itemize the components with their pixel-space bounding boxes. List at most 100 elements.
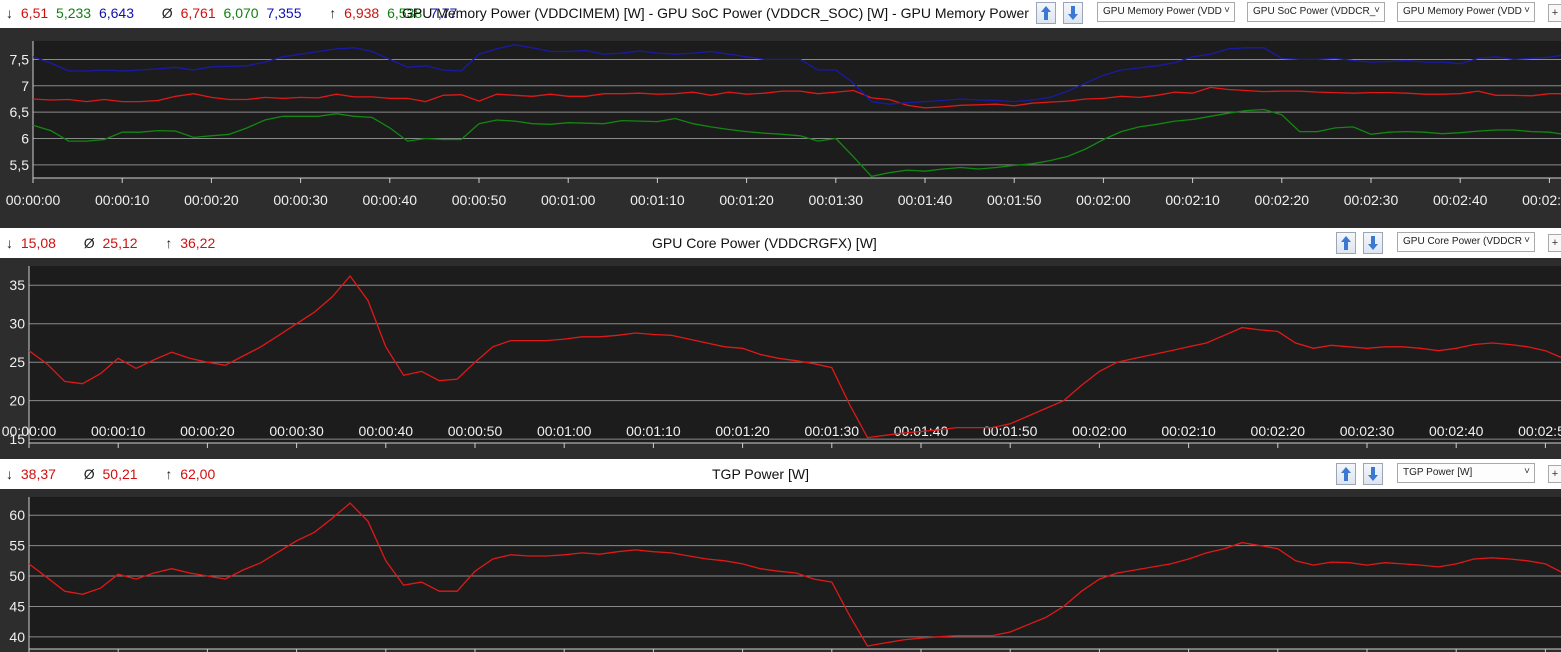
move-down-button[interactable] bbox=[1363, 232, 1383, 254]
add-graph-button[interactable]: + bbox=[1548, 465, 1561, 483]
x-tick-label: 00:00:20 bbox=[184, 192, 239, 208]
arrow-down-icon bbox=[1368, 467, 1378, 481]
x-tick-label: 00:00:50 bbox=[452, 192, 507, 208]
x-tick-label: 00:01:40 bbox=[898, 192, 953, 208]
sensor-select-2[interactable]: GPU SoC Power (VDDCR_ ˅ bbox=[1247, 2, 1385, 22]
x-tick-label: 00:02:10 bbox=[1165, 192, 1220, 208]
sensor-select-1[interactable]: GPU Memory Power (VDD ˅ bbox=[1097, 2, 1235, 22]
core-power-chart: 152025303500:00:00 00:00:10 00:00:20 00:00:… bbox=[2, 266, 1561, 448]
y-tick-label: 45 bbox=[9, 598, 25, 614]
y-tick-label: 35 bbox=[9, 277, 25, 293]
avg-symbol: Ø bbox=[83, 466, 95, 482]
add-graph-button[interactable]: + bbox=[1548, 4, 1561, 22]
stats-summary: ↓ 15,08 Ø 25,12 ↑ 36,22 bbox=[6, 235, 219, 251]
move-down-button[interactable] bbox=[1063, 2, 1083, 24]
x-tick-label: 00:01:50 bbox=[987, 192, 1042, 208]
x-tick-label: 00:02:00 bbox=[1076, 192, 1131, 208]
move-down-button[interactable] bbox=[1363, 463, 1383, 485]
add-graph-button[interactable]: + bbox=[1548, 234, 1561, 252]
min-arrow: ↓ bbox=[6, 5, 13, 21]
x-tick-label: 00:00:30 bbox=[273, 192, 328, 208]
x-tick-label: 00:02:20 bbox=[1251, 423, 1306, 439]
x-tick-label: 00:00:20 bbox=[180, 423, 235, 439]
y-tick-label: 60 bbox=[9, 507, 25, 523]
tgp-power-chart: 40 45 50 55 60 bbox=[9, 497, 1561, 652]
chevron-down-icon: ˅ bbox=[1374, 5, 1380, 16]
x-tick-label: 00:01:30 bbox=[805, 423, 860, 439]
y-tick-label: 7 bbox=[21, 78, 29, 94]
stat-avg: 50,21 bbox=[102, 466, 138, 482]
x-tick-label: 00:02:30 bbox=[1344, 192, 1399, 208]
y-tick-label: 5,5 bbox=[10, 157, 30, 173]
x-tick-label: 00:01:00 bbox=[541, 192, 596, 208]
x-tick-label: 00:02:30 bbox=[1340, 423, 1395, 439]
arrow-up-icon bbox=[1041, 6, 1051, 20]
panel-title: TGP Power [W] bbox=[712, 466, 809, 482]
stat-avg-2: 6,070 bbox=[223, 5, 259, 21]
stat-min: 15,08 bbox=[20, 235, 56, 251]
x-tick-label: 00:01:10 bbox=[630, 192, 685, 208]
x-tick-label: 00:00:10 bbox=[91, 423, 146, 439]
x-tick-label: 00:00:40 bbox=[363, 192, 418, 208]
panel-header: ↓ 15,08 Ø 25,12 ↑ 36,22 GPU Core Power (… bbox=[0, 230, 1561, 258]
x-tick-label: 00:02:50 bbox=[1522, 192, 1561, 208]
x-tick-label: 00:00:00 bbox=[6, 192, 61, 208]
panel-title: GPU Memory Power (VDDCIMEM) [W] - GPU So… bbox=[402, 5, 1029, 21]
panel-header: ↓ 6,51 5,233 6,643 Ø 6,761 6,070 7,355 ↑… bbox=[0, 0, 1561, 28]
panel-title: GPU Core Power (VDDCRGFX) [W] bbox=[652, 235, 877, 251]
stat-max: 62,00 bbox=[180, 466, 216, 482]
x-tick-label: 00:02:20 bbox=[1255, 192, 1310, 208]
y-tick-label: 6 bbox=[21, 130, 29, 146]
move-up-button[interactable] bbox=[1036, 2, 1056, 24]
y-tick-label: 7,5 bbox=[10, 51, 30, 67]
move-up-button[interactable] bbox=[1336, 232, 1356, 254]
chevron-down-icon: ˅ bbox=[1524, 466, 1530, 477]
stat-avg: 25,12 bbox=[102, 235, 138, 251]
x-tick-label: 00:00:00 bbox=[2, 423, 57, 439]
chevron-down-icon: ˅ bbox=[1224, 5, 1230, 16]
x-tick-label: 00:02:50 bbox=[1518, 423, 1561, 439]
x-tick-label: 00:01:10 bbox=[626, 423, 681, 439]
max-arrow: ↑ bbox=[329, 5, 337, 21]
chart-area: 5,5 6 6,5 7 7,5 00:00:00 00:00:10 00:00:20 00:00… bbox=[0, 28, 1561, 228]
max-arrow: ↑ bbox=[165, 235, 173, 251]
stat-avg-3: 7,355 bbox=[266, 5, 302, 21]
arrow-down-icon bbox=[1368, 236, 1378, 250]
x-tick-label: 00:02:40 bbox=[1433, 192, 1488, 208]
stat-avg-1: 6,761 bbox=[180, 5, 216, 21]
min-arrow: ↓ bbox=[6, 466, 13, 482]
max-arrow: ↑ bbox=[165, 466, 173, 482]
min-arrow: ↓ bbox=[6, 235, 13, 251]
x-tick-label: 00:02:40 bbox=[1429, 423, 1484, 439]
avg-symbol: Ø bbox=[83, 235, 95, 251]
chart-area: 15 20 25 30 35 00:00:00 00:00:10 00:00:20 00:00:… bbox=[0, 258, 1561, 459]
y-tick-label: 50 bbox=[9, 568, 25, 584]
stat-min-1: 6,51 bbox=[20, 5, 49, 21]
x-tick-label: 00:01:20 bbox=[719, 192, 774, 208]
chevron-down-icon: ˅ bbox=[1524, 235, 1530, 246]
memory-soc-panel: ↓ 6,51 5,233 6,643 Ø 6,761 6,070 7,355 ↑… bbox=[0, 0, 1561, 228]
x-tick-label: 00:00:10 bbox=[95, 192, 150, 208]
move-up-button[interactable] bbox=[1336, 463, 1356, 485]
stat-min-2: 5,233 bbox=[56, 5, 92, 21]
y-tick-label: 6,5 bbox=[10, 104, 30, 120]
sensor-select-3[interactable]: GPU Memory Power (VDD ˅ bbox=[1397, 2, 1535, 22]
x-tick-label: 00:01:20 bbox=[715, 423, 770, 439]
core-power-panel: ↓ 15,08 Ø 25,12 ↑ 36,22 GPU Core Power (… bbox=[0, 228, 1561, 459]
x-tick-label: 00:00:30 bbox=[269, 423, 324, 439]
x-tick-label: 00:01:00 bbox=[537, 423, 592, 439]
stat-min: 38,37 bbox=[20, 466, 56, 482]
sensor-select[interactable]: GPU Core Power (VDDCR ˅ bbox=[1397, 232, 1535, 252]
chevron-down-icon: ˅ bbox=[1524, 5, 1530, 16]
y-tick-label: 25 bbox=[9, 354, 25, 370]
y-tick-label: 30 bbox=[9, 316, 25, 332]
sensor-select[interactable]: TGP Power [W] ˅ bbox=[1397, 463, 1535, 483]
x-tick-label: 00:00:50 bbox=[448, 423, 503, 439]
plot-background bbox=[33, 41, 1561, 178]
stat-min-3: 6,643 bbox=[98, 5, 135, 21]
stat-max-1: 6,938 bbox=[344, 5, 380, 21]
avg-symbol: Ø bbox=[161, 5, 173, 21]
memory-soc-chart: 5,5 6 6,5 7 7,5 00:00:00 00:00:10 00:00:20 00:00… bbox=[6, 41, 1561, 208]
x-tick-label: 00:00:40 bbox=[359, 423, 414, 439]
plot-background bbox=[29, 266, 1561, 443]
